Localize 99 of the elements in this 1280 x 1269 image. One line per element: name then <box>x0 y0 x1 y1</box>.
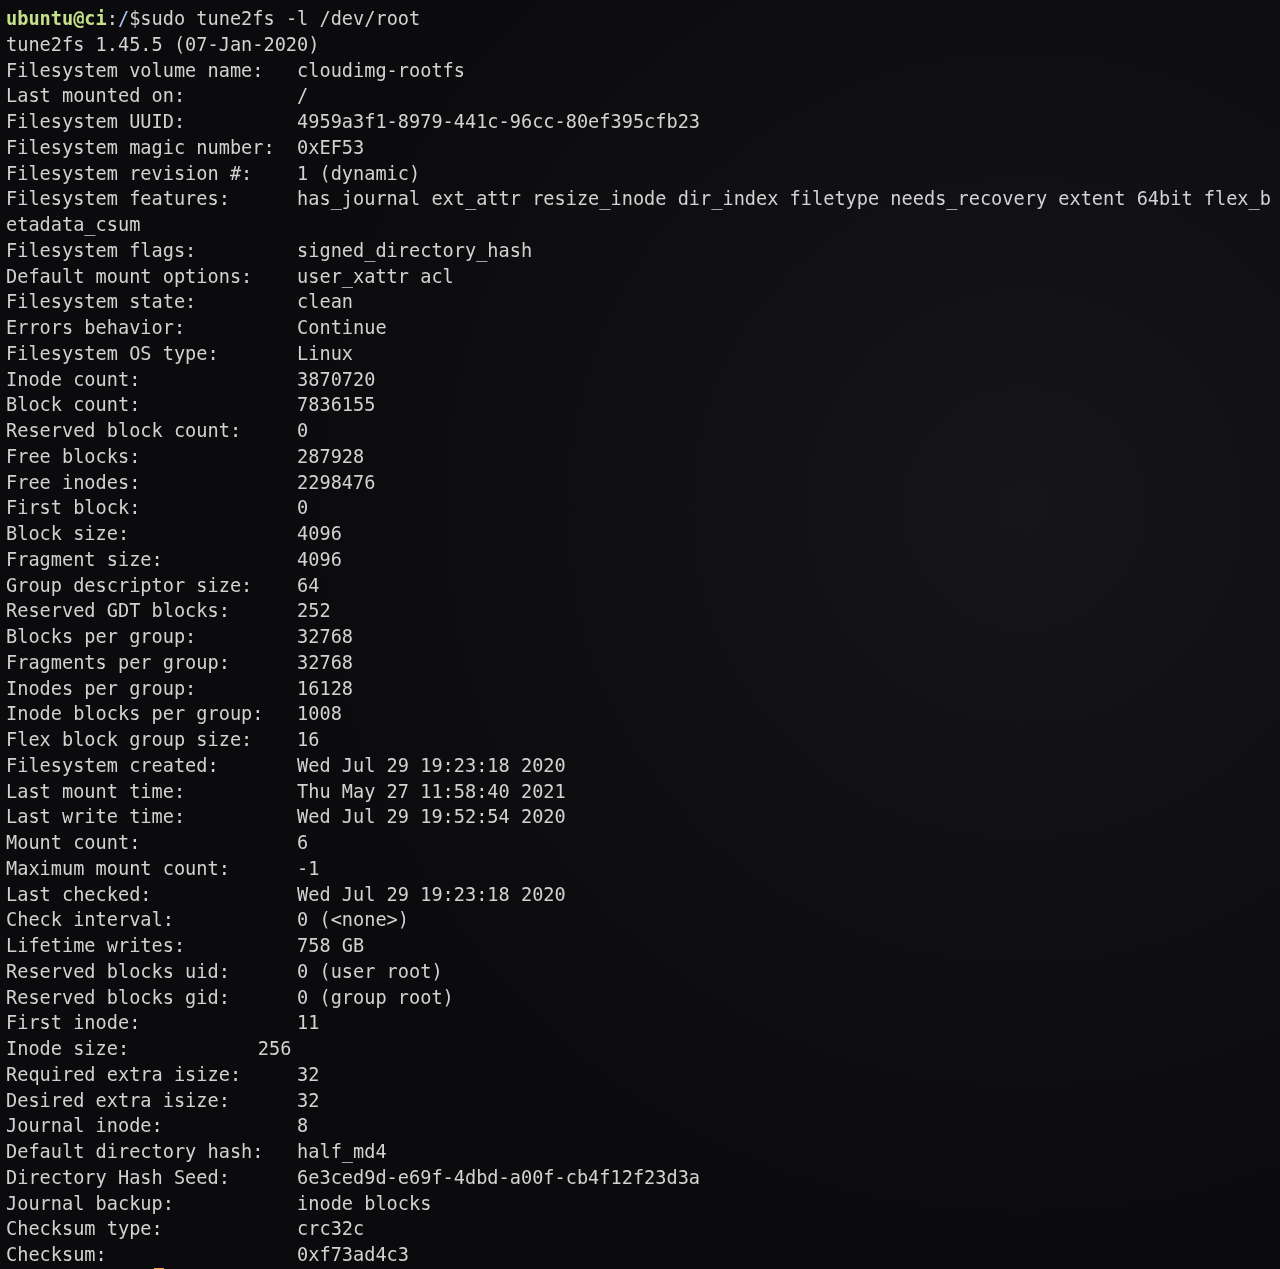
field-value: 32768 <box>297 625 354 649</box>
field-label: Filesystem OS type: <box>6 342 219 364</box>
field-value: 0xEF53 <box>297 135 365 160</box>
field-value: / <box>297 84 309 109</box>
field-label: Free blocks: <box>6 445 141 467</box>
output-line: etadata_csum <box>6 213 141 238</box>
field-value: 4096 <box>297 547 342 572</box>
field-value: 1 (dynamic) <box>297 161 421 186</box>
field-value: 3870720 <box>297 367 376 392</box>
command-text: sudo tune2fs -l /dev/root <box>140 7 421 31</box>
field-label: Blocks per group: <box>6 626 197 647</box>
field-label: Reserved GDT blocks: <box>6 600 230 622</box>
field-value: has_journal ext_attr resize_inode dir_index filetype needs_recovery extent 64bit flex_b <box>297 187 1271 212</box>
field-label: Last write time: <box>6 806 186 828</box>
field-value: 32 <box>297 1088 320 1113</box>
field-value: 6e3ced9d-e69f-4dbd-a00f-cb4f12f23d3a <box>297 1165 701 1190</box>
field-label: Lifetime writes: <box>6 935 186 956</box>
field-value: 256 <box>257 1037 292 1061</box>
field-value: 0xf73ad4c3 <box>297 1243 409 1267</box>
field-label: Last checked: <box>6 883 152 905</box>
field-value: Wed Jul 29 19:23:18 2020 <box>297 753 566 778</box>
field-value: 0 (user root) <box>297 959 443 984</box>
field-label: Check interval: <box>6 909 174 931</box>
field-value: 16128 <box>297 676 354 701</box>
field-label: First inode: <box>6 1012 141 1034</box>
field-label: Free inodes: <box>6 471 141 493</box>
field-value: 0 (<none>) <box>297 908 409 933</box>
field-label: Default directory hash: <box>6 1141 264 1162</box>
prompt-separator: : <box>106 7 118 31</box>
field-label: Last mounted on: <box>6 85 186 107</box>
field-label: Directory Hash Seed: <box>6 1166 230 1188</box>
field-value: 0 (group root) <box>297 985 454 1010</box>
field-label: Filesystem created: <box>6 754 219 776</box>
field-label: Inode count: <box>6 368 141 390</box>
field-value: cloudimg-rootfs <box>297 58 465 83</box>
field-label: Checksum: <box>6 1244 107 1265</box>
field-label: Reserved blocks uid: <box>6 960 230 982</box>
field-value: 8 <box>297 1114 309 1139</box>
field-label: Filesystem flags: <box>6 239 197 261</box>
field-value: 4096 <box>297 522 342 546</box>
field-label: Flex block group size: <box>6 729 253 750</box>
field-value: 32 <box>297 1062 320 1087</box>
field-value: inode blocks <box>297 1191 432 1216</box>
prompt-symbol: $ <box>129 7 141 31</box>
field-label: Block size: <box>6 523 130 544</box>
field-label: Journal inode: <box>6 1115 163 1137</box>
field-value: 287928 <box>297 444 365 469</box>
field-value: 0 <box>297 496 309 521</box>
field-value: Wed Jul 29 19:23:18 2020 <box>297 882 566 907</box>
field-label: Fragments per group: <box>6 651 230 673</box>
field-value: 4959a3f1-8979-441c-96cc-80ef395cfb23 <box>297 110 701 134</box>
field-value: Thu May 27 11:58:40 2021 <box>297 779 566 804</box>
field-value: Continue <box>297 316 387 340</box>
field-value: 758 GB <box>297 934 365 958</box>
field-value: 32768 <box>297 650 354 675</box>
field-value: crc32c <box>297 1217 365 1242</box>
field-label: Required extra isize: <box>6 1063 242 1085</box>
field-value: 16 <box>297 728 320 752</box>
field-value: Linux <box>297 341 354 366</box>
field-value: 2298476 <box>297 470 376 495</box>
field-value: 252 <box>297 599 331 624</box>
field-label: Desired extra isize: <box>6 1089 230 1111</box>
field-label: Maximum mount count: <box>6 857 230 879</box>
field-label: Inodes per group: <box>6 677 197 699</box>
field-value: signed_directory_hash <box>297 238 533 264</box>
field-label: Default mount options: <box>6 265 253 287</box>
field-value: Wed Jul 29 19:52:54 2020 <box>297 805 566 830</box>
field-value: user_xattr acl <box>297 264 454 290</box>
output-line: tune2fs 1.45.5 (07-Jan-2020) <box>6 32 320 57</box>
field-value: 64 <box>297 573 320 598</box>
field-label: Fragment size: <box>6 548 163 570</box>
field-label: Journal backup: <box>6 1192 174 1214</box>
field-label: Filesystem features: <box>6 188 230 210</box>
field-label: Checksum type: <box>6 1218 163 1240</box>
field-label: Filesystem magic number: <box>6 136 275 158</box>
field-value: 6 <box>297 831 309 855</box>
field-value: 7836155 <box>297 393 376 418</box>
field-label: Mount count: <box>6 832 141 853</box>
field-label: Errors behavior: <box>6 317 186 338</box>
field-value: -1 <box>297 856 320 881</box>
field-label: Last mount time: <box>6 780 186 802</box>
field-label: Inode size: <box>6 1038 130 1059</box>
field-label: First block: <box>6 497 141 519</box>
field-label: Filesystem revision #: <box>6 162 253 184</box>
field-value: 11 <box>297 1011 320 1036</box>
field-label: Inode blocks per group: <box>6 703 264 725</box>
prompt-path: / <box>117 7 130 31</box>
field-value: 0 <box>297 419 309 443</box>
field-label: Reserved blocks gid: <box>6 986 230 1008</box>
field-value: clean <box>297 290 354 315</box>
field-label: Group descriptor size: <box>6 574 253 596</box>
field-label: Reserved block count: <box>6 420 242 441</box>
field-label: Filesystem state: <box>6 291 197 313</box>
field-value: half_md4 <box>297 1140 387 1165</box>
field-label: Filesystem UUID: <box>6 111 186 132</box>
field-label: Filesystem volume name: <box>6 59 264 81</box>
field-value: 1008 <box>297 702 342 727</box>
field-label: Block count: <box>6 394 141 416</box>
prompt-user-host: ubuntu@ci <box>6 7 107 31</box>
